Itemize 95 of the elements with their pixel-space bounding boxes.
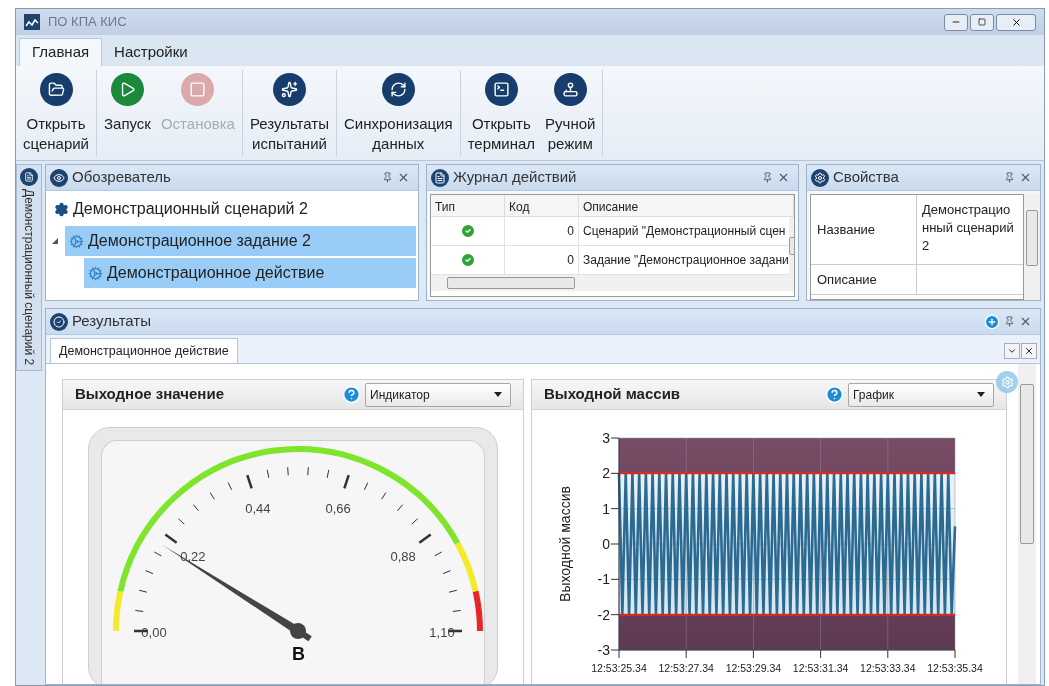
table-cell-text: Сценарий "Демонстрационный сцен xyxy=(582,223,787,240)
ribbon-button[interactable]: Открыть сценарий xyxy=(20,70,92,156)
close-icon[interactable] xyxy=(397,171,410,184)
x-tick-label: 12:53:35.34 xyxy=(927,662,983,674)
stop-icon xyxy=(181,73,215,106)
document-icon xyxy=(431,168,449,187)
ribbon-button[interactable]: Ручной режим xyxy=(542,70,599,156)
gear-icon xyxy=(88,265,103,281)
panel-title: Журнал действий xyxy=(453,167,577,188)
gauge-tick-label: 0,00 xyxy=(140,624,168,642)
card-title: Выходной массив xyxy=(544,384,681,405)
pin-icon[interactable] xyxy=(1004,316,1015,327)
column-header[interactable]: Тип xyxy=(431,195,505,216)
y-tick-label: 3 xyxy=(602,430,610,446)
x-tick-label: 12:53:27.34 xyxy=(658,662,714,674)
success-icon xyxy=(459,252,476,268)
y-tick-label: -1 xyxy=(597,571,610,588)
check-icon xyxy=(50,312,68,331)
panel-title: Свойства xyxy=(833,167,899,188)
close-icon xyxy=(1010,16,1022,28)
app-logo-icon xyxy=(24,14,40,30)
folder-icon xyxy=(39,73,73,106)
ribbon-button[interactable]: Результаты испытаний xyxy=(246,70,332,156)
close-icon[interactable] xyxy=(1019,315,1032,328)
x-tick-label: 12:53:33.34 xyxy=(860,662,916,674)
x-tick-label: 12:53:29.34 xyxy=(725,662,782,674)
pin-icon[interactable] xyxy=(382,172,393,183)
table-cell-text: Задание "Демонстрационное задани xyxy=(582,252,789,269)
y-tick-label: 2 xyxy=(602,465,610,482)
ribbon-button[interactable]: Синхронизация данных xyxy=(340,70,456,156)
expanded-triangle-icon[interactable] xyxy=(51,237,59,245)
tree-item[interactable]: Демонстрационное действие xyxy=(84,258,416,288)
gear-icon xyxy=(811,168,829,187)
help-icon[interactable] xyxy=(825,385,844,404)
help-icon[interactable] xyxy=(342,385,361,404)
card-title: Выходное значение xyxy=(75,384,224,405)
y-tick-label: -2 xyxy=(597,606,610,623)
x-tick-label: 12:53:25.34 xyxy=(591,662,647,674)
add-icon[interactable] xyxy=(984,313,1000,330)
column-header[interactable]: Описание xyxy=(579,195,794,216)
table-cell: 0 xyxy=(505,246,579,274)
gauge-tick-label: 0,22 xyxy=(179,547,207,566)
minimize-button[interactable] xyxy=(944,13,968,31)
gear-icon xyxy=(54,201,69,217)
vertical-scrollbar[interactable] xyxy=(1018,364,1036,684)
y-tick-label: -3 xyxy=(597,642,610,658)
table-cell: 0 xyxy=(505,217,579,245)
gear-icon xyxy=(69,233,84,249)
result-tab[interactable]: Демонстрационное действие xyxy=(50,338,238,363)
ribbon-button[interactable]: Открыть терминал xyxy=(464,70,539,156)
panel-title: Результаты xyxy=(72,311,151,332)
ribbon-tab[interactable]: Настройки xyxy=(102,38,200,66)
play-icon xyxy=(110,73,144,106)
close-button[interactable] xyxy=(996,13,1036,31)
property-name: Описание xyxy=(811,265,917,294)
gauge-unit: В xyxy=(292,643,305,666)
tab-close-button[interactable] xyxy=(1021,343,1037,359)
close-icon xyxy=(1024,346,1034,356)
x-tick-label: 12:53:31.34 xyxy=(792,662,849,674)
close-icon[interactable] xyxy=(777,171,790,184)
vertical-scrollbar[interactable] xyxy=(1024,194,1040,300)
ribbon-button[interactable]: Запуск xyxy=(101,70,154,156)
success-icon xyxy=(459,223,476,239)
maximize-icon xyxy=(978,18,986,26)
close-icon[interactable] xyxy=(1019,171,1032,184)
gauge-tick-label: 1,10 xyxy=(428,624,456,642)
eye-icon xyxy=(50,168,68,187)
joystick-icon xyxy=(553,73,587,106)
document-icon xyxy=(24,172,34,182)
caret-icon xyxy=(494,392,502,397)
pin-icon[interactable] xyxy=(1004,172,1015,183)
panel-title: Обозреватель xyxy=(72,167,171,188)
gauge-tick-label: 0,88 xyxy=(389,547,417,566)
y-tick-label: 1 xyxy=(602,500,610,517)
chevron-down-icon xyxy=(1007,346,1017,356)
gauge-tick-label: 0,66 xyxy=(324,500,352,519)
tree-item[interactable]: Демонстрационный сценарий 2 xyxy=(50,194,416,224)
view-dropdown[interactable]: График xyxy=(848,382,994,407)
gauge-tick-label: 0,44 xyxy=(244,500,272,519)
window-title: ПО КПА КИС xyxy=(48,13,127,32)
ribbon-tab[interactable]: Главная xyxy=(19,38,103,66)
pin-icon[interactable] xyxy=(762,172,773,183)
property-value: Демонстрационный сценарий 2 xyxy=(921,201,1015,255)
side-tab[interactable]: Демонстрационный сценарий 2 xyxy=(16,164,42,371)
view-dropdown[interactable]: Индикатор xyxy=(365,382,511,407)
sync-icon xyxy=(381,73,415,106)
terminal-icon xyxy=(484,73,518,106)
y-tick-label: 0 xyxy=(602,536,610,552)
tree-item[interactable]: Демонстрационное задание 2 xyxy=(65,226,416,256)
y-axis-title: Выходной массив xyxy=(557,486,573,602)
horizontal-scrollbar[interactable] xyxy=(431,275,794,291)
property-name: Название xyxy=(811,195,917,264)
maximize-button[interactable] xyxy=(970,13,994,31)
column-header[interactable]: Код xyxy=(505,195,579,216)
caret-icon xyxy=(977,392,985,397)
